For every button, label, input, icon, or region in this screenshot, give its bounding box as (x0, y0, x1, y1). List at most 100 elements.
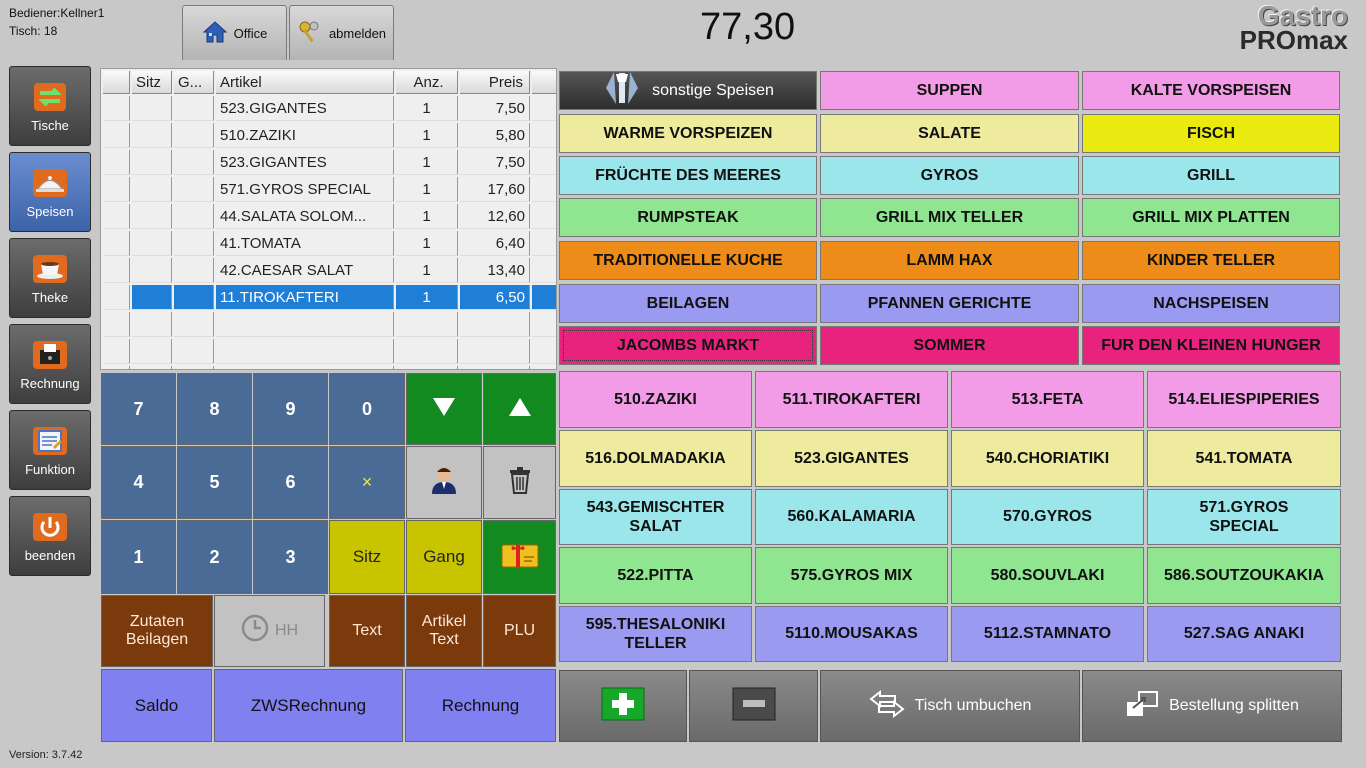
multiply-button[interactable]: × (329, 446, 405, 519)
row-marker-cell (103, 123, 130, 148)
category-sonstige-speisen[interactable]: sonstige Speisen (559, 71, 817, 110)
col-header-anz[interactable]: Anz. (396, 71, 458, 94)
artikel-text-button[interactable]: Artikel Text (406, 595, 482, 667)
col-header-artikel[interactable]: Artikel (216, 71, 394, 94)
category-früchte-des-meeres[interactable]: FRÜCHTE DES MEERES (559, 156, 817, 195)
item-543-gemischter-salat[interactable]: 543.GEMISCHTER SALAT (559, 489, 752, 545)
add-quantity-button[interactable] (559, 670, 687, 742)
category-pfannen-gerichte[interactable]: PFANNEN GERICHTE (820, 284, 1079, 323)
nav-button-speisen[interactable]: Speisen (9, 152, 91, 232)
category-salate[interactable]: SALATE (820, 114, 1079, 153)
table-row[interactable]: 44.SALATA SOLOM... 1 12,60 (103, 204, 556, 229)
item-580-souvlaki[interactable]: 580.SOUVLAKI (951, 547, 1144, 604)
happy-hour-button[interactable]: HH (214, 595, 325, 667)
category-label: FUR DEN KLEINEN HUNGER (1101, 336, 1321, 354)
item-513-feta[interactable]: 513.FETA (951, 371, 1144, 428)
digit-7-button[interactable]: 7 (101, 373, 176, 445)
item-5112-stamnato[interactable]: 5112.STAMNATO (951, 606, 1144, 662)
table-row[interactable] (103, 312, 556, 337)
table-row[interactable]: 571.GYROS SPECIAL 1 17,60 (103, 177, 556, 202)
table-row[interactable]: 41.TOMATA 1 6,40 (103, 231, 556, 256)
col-header-gang[interactable]: G... (174, 71, 214, 94)
nav-button-rechnung[interactable]: Rechnung (9, 324, 91, 404)
delete-button[interactable] (483, 446, 556, 519)
item-527-sag-anaki[interactable]: 527.SAG ANAKI (1147, 606, 1341, 662)
table-row[interactable]: 11.TIROKAFTERI 1 6,50 (103, 285, 556, 310)
category-gyros[interactable]: GYROS (820, 156, 1079, 195)
split-order-button[interactable]: Bestellung splitten (1082, 670, 1342, 742)
category-suppen[interactable]: SUPPEN (820, 71, 1079, 110)
category-grill[interactable]: GRILL (1082, 156, 1340, 195)
digit-3-button[interactable]: 3 (253, 520, 328, 594)
category-grill-mix-platten[interactable]: GRILL MIX PLATTEN (1082, 198, 1340, 237)
nav-button-funktion[interactable]: Funktion (9, 410, 91, 490)
move-table-button[interactable]: Tisch umbuchen (820, 670, 1080, 742)
category-rumpsteak[interactable]: RUMPSTEAK (559, 198, 817, 237)
item-5110-mousakas[interactable]: 5110.MOUSAKAS (755, 606, 948, 662)
plu-button[interactable]: PLU (483, 595, 556, 667)
scroll-down-button[interactable] (406, 373, 482, 445)
scroll-up-button[interactable] (483, 373, 556, 445)
category-kinder-teller[interactable]: KINDER TELLER (1082, 241, 1340, 280)
table-row[interactable]: 523.GIGANTES 1 7,50 (103, 96, 556, 121)
category-jacombs-markt[interactable]: JACOMBS MARKT (559, 326, 817, 365)
digit-1-button[interactable]: 1 (101, 520, 176, 594)
voucher-button[interactable] (483, 520, 556, 594)
category-beilagen[interactable]: BEILAGEN (559, 284, 817, 323)
office-button[interactable]: Office (182, 5, 287, 61)
item-586-soutzoukakia[interactable]: 586.SOUTZOUKAKIA (1147, 547, 1341, 604)
category-sommer[interactable]: SOMMER (820, 326, 1079, 365)
digit-2-button[interactable]: 2 (177, 520, 252, 594)
category-grill-mix-teller[interactable]: GRILL MIX TELLER (820, 198, 1079, 237)
digit-5-button[interactable]: 5 (177, 446, 252, 519)
zutaten-beilagen-button[interactable]: Zutaten Beilagen (101, 595, 213, 667)
zws-rechnung-button[interactable]: ZWSRechnung (214, 669, 403, 742)
nav-button-theke[interactable]: Theke (9, 238, 91, 318)
item-523-gigantes[interactable]: 523.GIGANTES (755, 430, 948, 487)
col-header-preis[interactable]: Preis (460, 71, 530, 94)
table-row[interactable]: 523.GIGANTES 1 7,50 (103, 150, 556, 175)
item-560-kalamaria[interactable]: 560.KALAMARIA (755, 489, 948, 545)
nav-button-beenden[interactable]: beenden (9, 496, 91, 576)
table-row[interactable] (103, 366, 556, 369)
logout-button[interactable]: abmelden (289, 5, 394, 61)
text-button[interactable]: Text (329, 595, 405, 667)
item-522-pitta[interactable]: 522.PITTA (559, 547, 752, 604)
saldo-button[interactable]: Saldo (101, 669, 212, 742)
rechnung-button[interactable]: Rechnung (405, 669, 556, 742)
customer-button[interactable] (406, 446, 482, 519)
category-lamm-hax[interactable]: LAMM HAX (820, 241, 1079, 280)
digit-0-button[interactable]: 0 (329, 373, 405, 445)
nav-button-tische[interactable]: Tische (9, 66, 91, 146)
item-540-choriatiki[interactable]: 540.CHORIATIKI (951, 430, 1144, 487)
item-541-tomata[interactable]: 541.TOMATA (1147, 430, 1341, 487)
category-kalte-vorspeisen[interactable]: KALTE VORSPEISEN (1082, 71, 1340, 110)
category-nachspeisen[interactable]: NACHSPEISEN (1082, 284, 1340, 323)
category-warme-vorspeizen[interactable]: WARME VORSPEIZEN (559, 114, 817, 153)
remove-quantity-button[interactable] (689, 670, 818, 742)
gang-cell (174, 312, 214, 337)
gang-button[interactable]: Gang (406, 520, 482, 594)
table-row[interactable]: 42.CAESAR SALAT 1 13,40 (103, 258, 556, 283)
digit-4-button[interactable]: 4 (101, 446, 176, 519)
item-595-thesaloniki-teller[interactable]: 595.THESALONIKI TELLER (559, 606, 752, 662)
item-511-tirokafteri[interactable]: 511.TIROKAFTERI (755, 371, 948, 428)
item-575-gyros-mix[interactable]: 575.GYROS MIX (755, 547, 948, 604)
category-fur-den-kleinen-hunger[interactable]: FUR DEN KLEINEN HUNGER (1082, 326, 1340, 365)
sitz-button[interactable]: Sitz (329, 520, 405, 594)
item-570-gyros[interactable]: 570.GYROS (951, 489, 1144, 545)
table-row[interactable] (103, 339, 556, 364)
digit-6-button[interactable]: 6 (253, 446, 328, 519)
digit-9-button[interactable]: 9 (253, 373, 328, 445)
digit-8-button[interactable]: 8 (177, 373, 252, 445)
receipt-printer-icon (32, 338, 68, 372)
item-571-gyros-special[interactable]: 571.GYROS SPECIAL (1147, 489, 1341, 545)
category-traditionelle-kuche[interactable]: TRADITIONELLE KUCHE (559, 241, 817, 280)
col-header-sitz[interactable]: Sitz (132, 71, 172, 94)
item-516-dolmadakia[interactable]: 516.DOLMADAKIA (559, 430, 752, 487)
category-fisch[interactable]: FISCH (1082, 114, 1340, 153)
item-510-zaziki[interactable]: 510.ZAZIKI (559, 371, 752, 428)
table-row[interactable]: 510.ZAZIKI 1 5,80 (103, 123, 556, 148)
order-list[interactable]: Sitz G... Artikel Anz. Preis 523.GIGANTE… (100, 68, 557, 370)
item-514-eliespiperies[interactable]: 514.ELIESPIPERIES (1147, 371, 1341, 428)
